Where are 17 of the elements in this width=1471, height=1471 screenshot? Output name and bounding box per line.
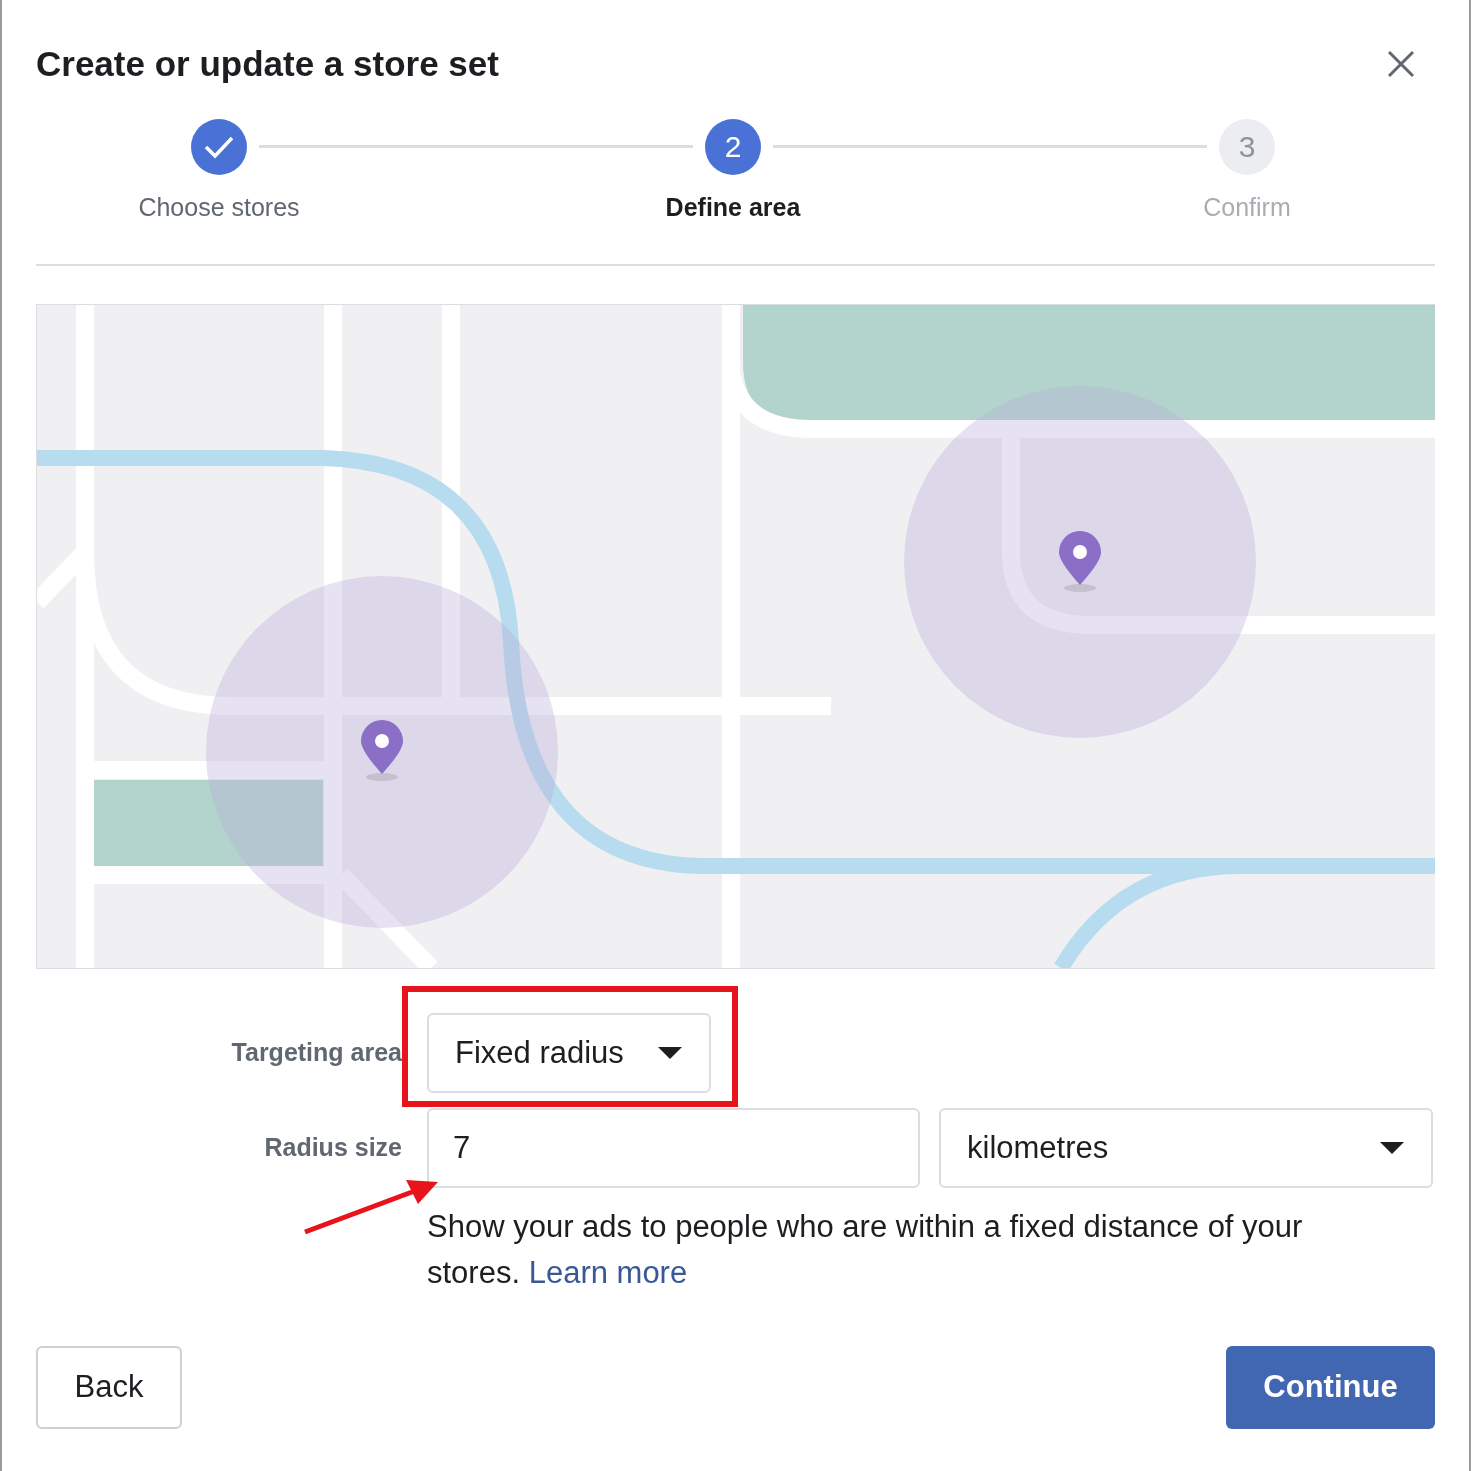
field-label: Radius size — [263, 1132, 402, 1164]
unit-dropdown[interactable]: kilometres — [939, 1108, 1433, 1188]
learn-more-link[interactable]: Learn more — [528, 1255, 688, 1290]
step-label: Choose stores — [138, 191, 300, 223]
continue-button[interactable]: Continue — [1226, 1346, 1435, 1429]
step-label: Confirm — [1203, 191, 1291, 223]
dialog-title: Create or update a store set — [36, 43, 499, 85]
back-button[interactable]: Back — [36, 1346, 182, 1429]
caret-icon — [1379, 1141, 1405, 1155]
step-number: 2 — [705, 118, 761, 175]
caret-icon — [657, 1046, 683, 1060]
radius-size-input[interactable]: 7 — [427, 1108, 920, 1188]
step-label: Define area — [665, 191, 801, 223]
targeting-area-dropdown[interactable]: Fixed radius — [427, 1013, 711, 1093]
step-number: 3 — [1219, 118, 1275, 175]
help-text: Show your ads to people who are within a fixed distance of your stores. Learn more — [427, 1208, 1304, 1292]
field-label: Targeting area — [230, 1037, 402, 1069]
